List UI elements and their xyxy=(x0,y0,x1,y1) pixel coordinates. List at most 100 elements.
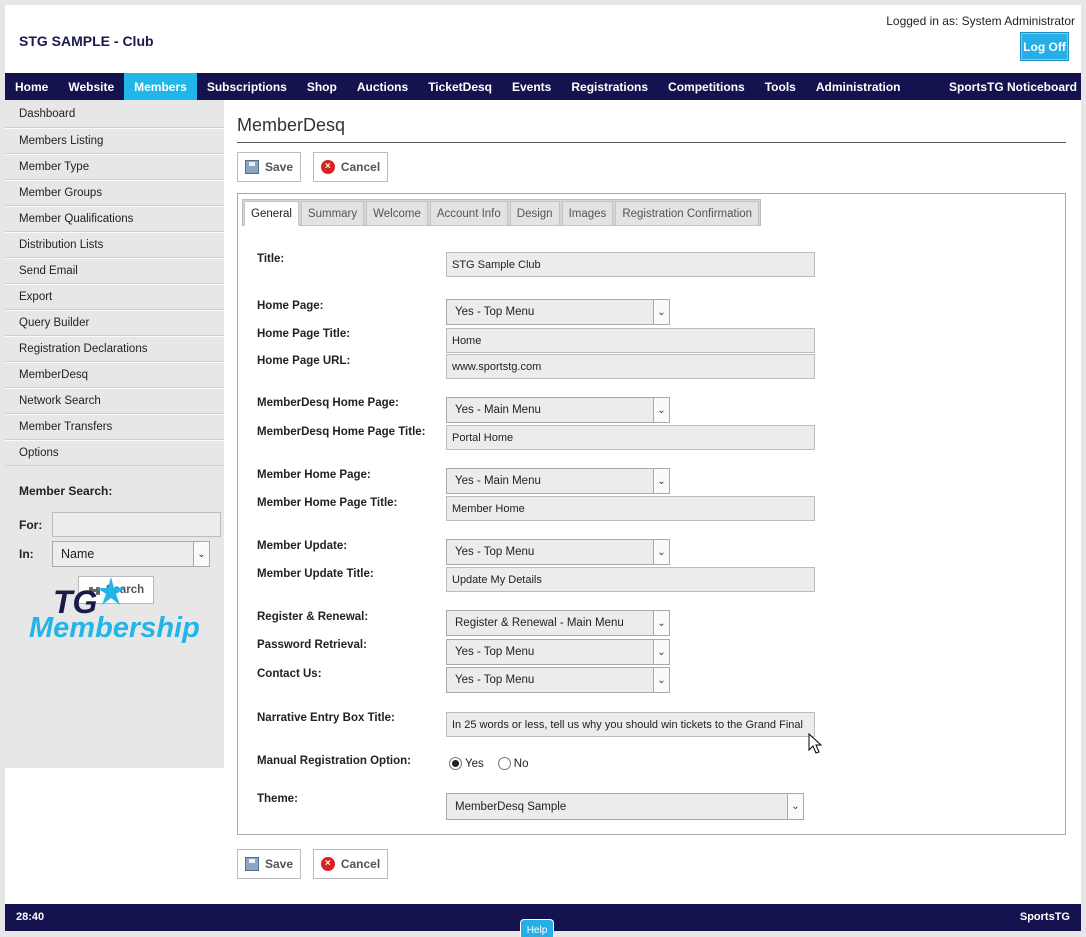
md-home-title-label: MemberDesq Home Page Title: xyxy=(257,426,426,438)
sidebar-item-registration-declarations[interactable]: Registration Declarations xyxy=(5,336,224,362)
manual-registration-no-label: No xyxy=(513,757,529,770)
nav-auctions[interactable]: Auctions xyxy=(347,73,418,100)
sidebar-item-member-groups[interactable]: Member Groups xyxy=(5,180,224,206)
nav-subscriptions[interactable]: Subscriptions xyxy=(197,73,297,100)
sidebar-item-member-qualifications[interactable]: Member Qualifications xyxy=(5,206,224,232)
cancel-button-bottom[interactable]: × Cancel xyxy=(313,849,388,879)
home-page-title-input[interactable]: Home xyxy=(446,328,815,353)
md-home-label: MemberDesq Home Page: xyxy=(257,397,399,409)
sidebar-item-member-type[interactable]: Member Type xyxy=(5,154,224,180)
password-retrieval-value: Yes - Top Menu xyxy=(455,646,535,658)
sidebar-item-distribution-lists[interactable]: Distribution Lists xyxy=(5,232,224,258)
chevron-down-icon: ⌄ xyxy=(653,540,669,564)
member-home-select[interactable]: Yes - Main Menu ⌄ xyxy=(446,468,670,494)
register-renewal-label: Register & Renewal: xyxy=(257,611,369,623)
site-header: STG SAMPLE - Club Logged in as: System A… xyxy=(5,5,1081,73)
member-home-value: Yes - Main Menu xyxy=(455,475,541,487)
member-update-value: Yes - Top Menu xyxy=(455,546,535,558)
sidebar-item-dashboard[interactable]: Dashboard xyxy=(5,100,224,128)
save-button-top[interactable]: Save xyxy=(237,152,301,182)
tab-general[interactable]: General xyxy=(244,201,299,226)
floppy-disk-icon xyxy=(244,160,259,174)
chevron-down-icon: ⌄ xyxy=(653,469,669,493)
nav-events[interactable]: Events xyxy=(502,73,561,100)
footer-brand: SportsTG xyxy=(1019,911,1070,923)
log-off-button[interactable]: Log Off xyxy=(1020,32,1069,61)
home-page-value: Yes - Top Menu xyxy=(455,306,535,318)
nav-home[interactable]: Home xyxy=(5,73,58,100)
nav-website[interactable]: Website xyxy=(58,73,124,100)
theme-label: Theme: xyxy=(257,793,298,805)
cancel-button-top[interactable]: × Cancel xyxy=(313,152,388,182)
member-update-select[interactable]: Yes - Top Menu ⌄ xyxy=(446,539,670,565)
sidebar-item-options[interactable]: Options xyxy=(5,440,224,466)
tab-summary[interactable]: Summary xyxy=(300,201,365,226)
register-renewal-value: Register & Renewal - Main Menu xyxy=(455,617,624,629)
mouse-cursor-icon xyxy=(808,733,822,754)
member-update-title-input[interactable]: Update My Details xyxy=(446,567,815,592)
tab-registration-confirmation[interactable]: Registration Confirmation xyxy=(615,201,760,226)
title-label: Title: xyxy=(257,253,285,265)
nav-shop[interactable]: Shop xyxy=(297,73,347,100)
home-page-select[interactable]: Yes - Top Menu ⌄ xyxy=(446,299,670,325)
title-divider xyxy=(237,142,1066,143)
search-input[interactable] xyxy=(52,512,221,537)
save-button-label: Save xyxy=(264,160,294,174)
help-button[interactable]: Help xyxy=(520,919,554,937)
home-page-title-label: Home Page Title: xyxy=(257,328,351,340)
md-home-value: Yes - Main Menu xyxy=(455,404,541,416)
tab-images[interactable]: Images xyxy=(561,201,614,226)
home-page-url-input[interactable]: www.sportstg.com xyxy=(446,354,815,379)
password-retrieval-select[interactable]: Yes - Top Menu ⌄ xyxy=(446,639,670,665)
nav-competitions[interactable]: Competitions xyxy=(658,73,755,100)
nav-administration[interactable]: Administration xyxy=(806,73,911,100)
sidebar-item-query-builder[interactable]: Query Builder xyxy=(5,310,224,336)
manual-registration-no-radio[interactable] xyxy=(497,757,511,770)
manual-registration-radios: Yes No xyxy=(449,757,542,770)
title-input[interactable]: STG Sample Club xyxy=(446,252,815,277)
tab-design[interactable]: Design xyxy=(509,201,560,226)
nav-ticketdesq[interactable]: TicketDesq xyxy=(418,73,502,100)
member-home-title-label: Member Home Page Title: xyxy=(257,497,398,509)
sidebar-item-member-transfers[interactable]: Member Transfers xyxy=(5,414,224,440)
nav-tools[interactable]: Tools xyxy=(755,73,806,100)
star-icon xyxy=(97,577,125,605)
narrative-title-input[interactable]: In 25 words or less, tell us why you sho… xyxy=(446,712,815,737)
md-home-select[interactable]: Yes - Main Menu ⌄ xyxy=(446,397,670,423)
tab-account-info[interactable]: Account Info xyxy=(429,201,508,226)
floppy-disk-icon xyxy=(244,857,259,871)
sidebar-item-memberdesq[interactable]: MemberDesq xyxy=(5,362,224,388)
chevron-down-icon: ⌄ xyxy=(653,611,669,635)
cancel-button-label: Cancel xyxy=(340,160,381,174)
page-title: MemberDesq xyxy=(237,115,346,135)
tab-welcome[interactable]: Welcome xyxy=(366,201,428,226)
member-update-title-label: Member Update Title: xyxy=(257,568,374,580)
chevron-down-icon: ⌄ xyxy=(787,794,803,819)
nav-noticeboard[interactable]: SportsTG Noticeboard xyxy=(939,73,1081,100)
contact-us-value: Yes - Top Menu xyxy=(455,674,535,686)
search-in-select[interactable]: Name ⌄ xyxy=(52,541,210,567)
md-home-title-input[interactable]: Portal Home xyxy=(446,425,815,450)
narrative-title-label: Narrative Entry Box Title: xyxy=(257,712,395,724)
search-in-label: In: xyxy=(19,547,34,561)
cancel-x-icon: × xyxy=(320,160,335,174)
manual-registration-yes-radio[interactable] xyxy=(449,757,462,770)
member-update-label: Member Update: xyxy=(257,540,348,552)
nav-members[interactable]: Members xyxy=(124,73,197,100)
home-page-label: Home Page: xyxy=(257,300,324,312)
register-renewal-select[interactable]: Register & Renewal - Main Menu ⌄ xyxy=(446,610,670,636)
contact-us-select[interactable]: Yes - Top Menu ⌄ xyxy=(446,667,670,693)
save-button-bottom[interactable]: Save xyxy=(237,849,301,879)
sidebar-item-export[interactable]: Export xyxy=(5,284,224,310)
cancel-button-label: Cancel xyxy=(340,857,381,871)
sidebar-item-members-listing[interactable]: Members Listing xyxy=(5,128,224,154)
theme-select[interactable]: MemberDesq Sample ⌄ xyxy=(446,793,804,820)
sidebar: Dashboard Members Listing Member Type Me… xyxy=(5,100,224,768)
member-home-label: Member Home Page: xyxy=(257,469,371,481)
tab-bar: General Summary Welcome Account Info Des… xyxy=(242,199,762,226)
sidebar-item-network-search[interactable]: Network Search xyxy=(5,388,224,414)
search-for-label: For: xyxy=(19,518,43,532)
sidebar-item-send-email[interactable]: Send Email xyxy=(5,258,224,284)
member-home-title-input[interactable]: Member Home xyxy=(446,496,815,521)
nav-registrations[interactable]: Registrations xyxy=(561,73,658,100)
